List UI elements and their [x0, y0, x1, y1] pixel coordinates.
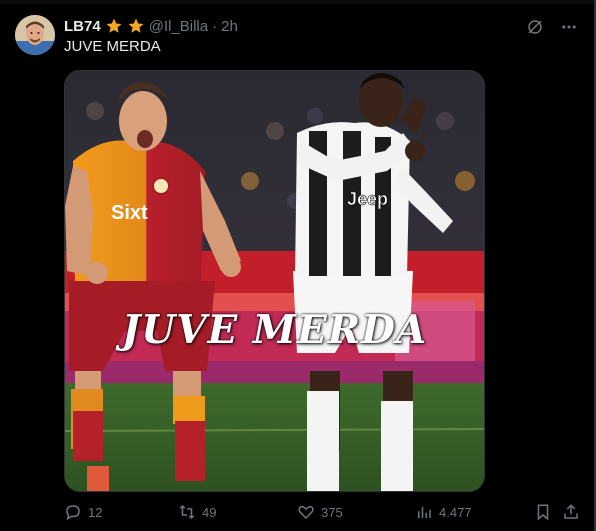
share-icon: [564, 504, 578, 519]
reply-icon: [66, 505, 80, 521]
share-button[interactable]: [562, 503, 580, 521]
user-handle[interactable]: @Il_Billa: [149, 18, 208, 35]
post-header: LB74 @Il_Billa · 2h: [64, 16, 238, 36]
bookmark-icon: [537, 504, 549, 521]
post-action-bar: 12 49 375 4.477: [64, 500, 580, 524]
post-text: JUVE MERDA: [64, 38, 161, 55]
bookmark-button[interactable]: [534, 503, 552, 521]
like-button[interactable]: 375: [297, 503, 343, 521]
views-icon: [418, 506, 431, 518]
star-icon: [106, 18, 122, 33]
more-icon[interactable]: [558, 16, 580, 38]
star-icon: [128, 18, 144, 33]
right-player-sponsor: Jeep: [347, 189, 388, 209]
repost-count: 49: [202, 504, 217, 520]
display-name[interactable]: LB74: [64, 18, 101, 35]
post-top-actions: [524, 16, 580, 38]
post-image[interactable]: Sixt Jeep JUVE MERDA: [64, 70, 485, 492]
views-button[interactable]: 4.477: [415, 503, 472, 521]
image-overlay-caption: JUVE MERDA: [121, 307, 428, 353]
reply-count: 12: [88, 504, 103, 520]
views-count: 4.477: [439, 504, 472, 520]
post-timestamp[interactable]: 2h: [221, 18, 238, 35]
repost-button[interactable]: 49: [178, 503, 216, 521]
like-count: 375: [321, 504, 343, 520]
avatar[interactable]: [15, 15, 55, 55]
repost-icon: [179, 504, 195, 520]
window-top-edge: [0, 0, 596, 4]
left-player-sponsor: Sixt: [111, 202, 148, 224]
separator-dot: ·: [212, 17, 218, 35]
like-icon: [298, 505, 314, 520]
reply-button[interactable]: 12: [64, 503, 102, 521]
grok-icon[interactable]: [524, 16, 546, 38]
